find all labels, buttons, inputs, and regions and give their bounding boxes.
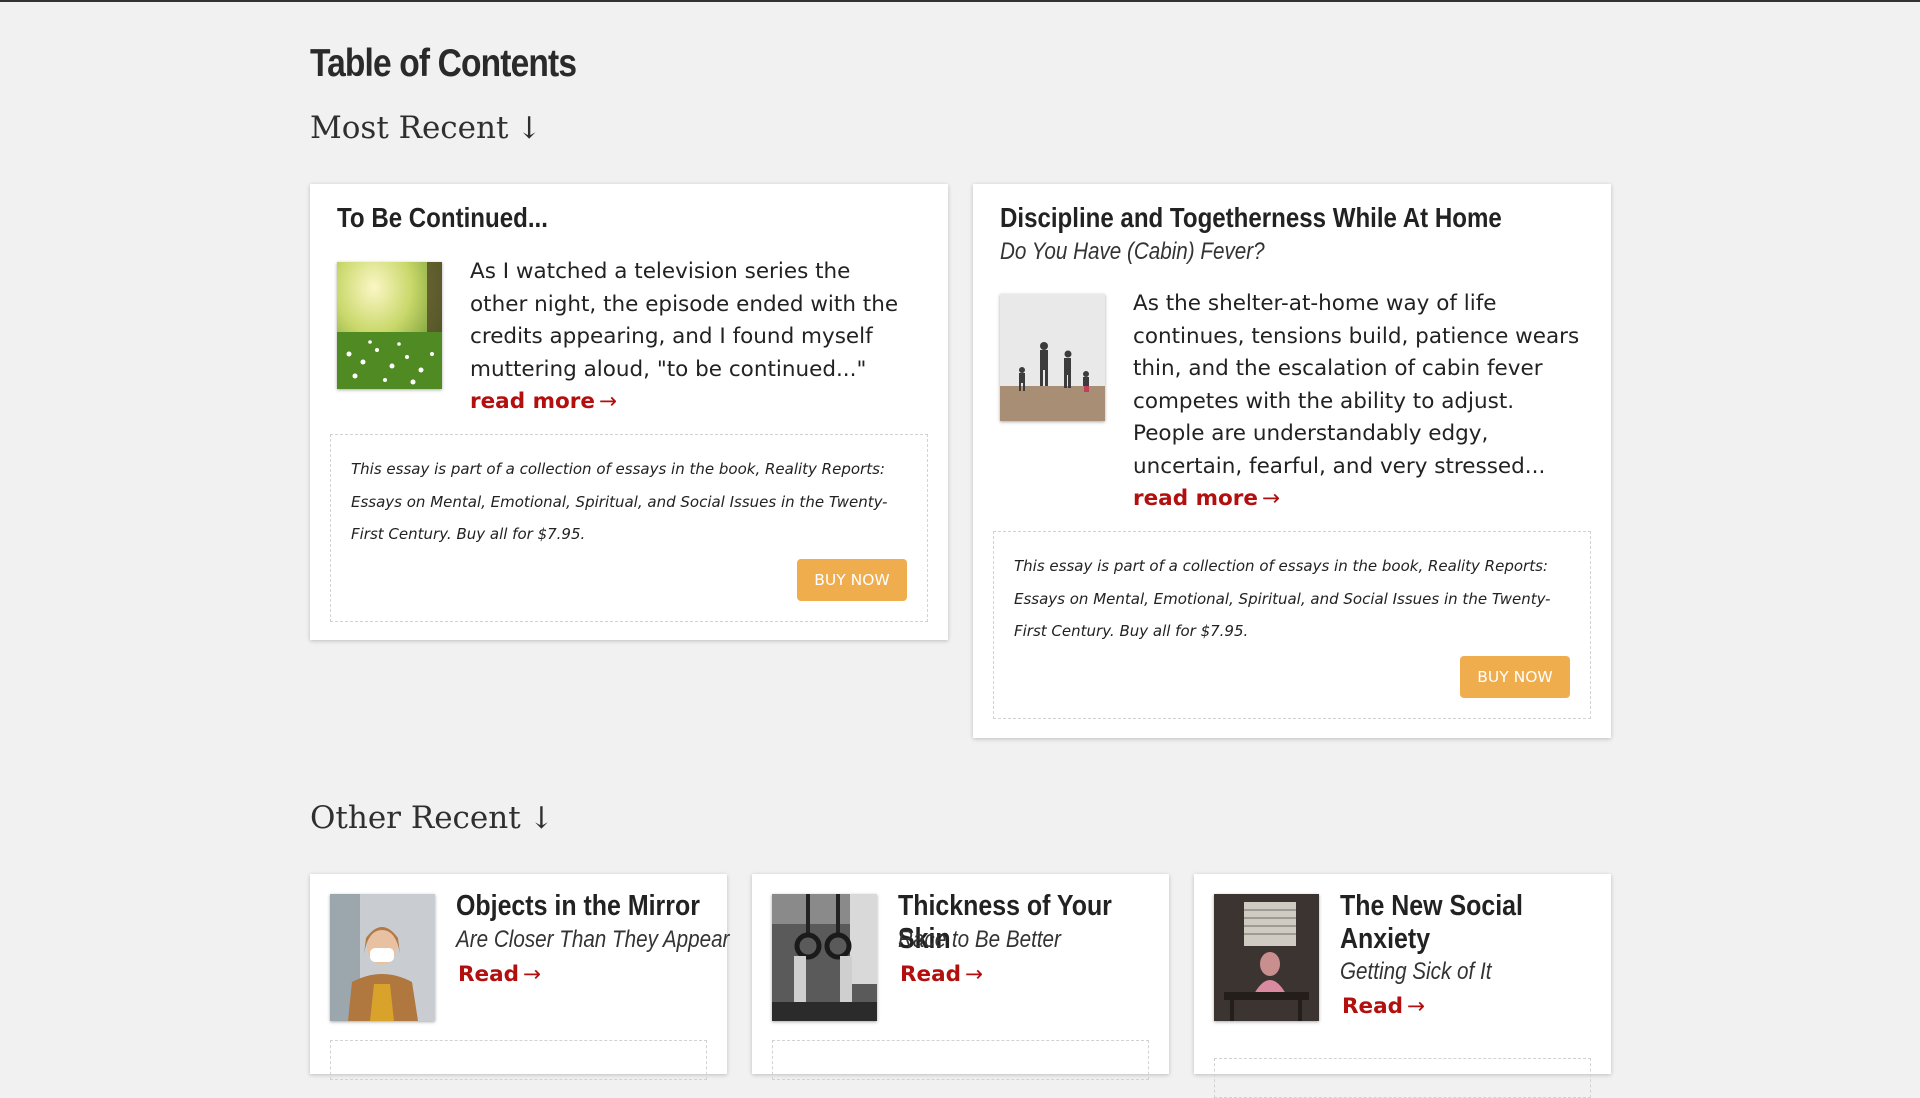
book-promo	[330, 1040, 707, 1080]
read-link[interactable]: Read →	[458, 962, 541, 987]
card-title[interactable]: The New Social Anxiety	[1340, 890, 1581, 956]
buy-now-button[interactable]: BUY NOW	[797, 559, 907, 601]
read-label: Read	[1342, 994, 1404, 1019]
read-more-label: read more	[470, 389, 595, 414]
card-subtitle: Race to Be Better	[898, 926, 1061, 953]
arrow-right-icon: →	[1407, 994, 1426, 1019]
card-excerpt: As I watched a television series the oth…	[470, 256, 910, 419]
featured-card: Discipline and Togetherness While At Hom…	[973, 184, 1611, 738]
card-excerpt: As the shelter-at-home way of life conti…	[1133, 288, 1588, 516]
family-walking-photo	[1000, 294, 1105, 421]
page-title: Table of Contents	[310, 42, 577, 85]
arrow-right-icon: →	[965, 962, 984, 987]
section-label: Most Recent	[310, 110, 509, 146]
arrow-right-icon: →	[523, 962, 542, 987]
promo-text: This essay is part of a collection of es…	[1014, 557, 1551, 640]
card-subtitle: Do You Have (Cabin) Fever?	[1000, 238, 1265, 265]
read-link[interactable]: Read →	[1342, 994, 1425, 1019]
read-label: Read	[458, 962, 520, 987]
card-title[interactable]: To Be Continued...	[337, 202, 548, 234]
arrow-right-icon: →	[1261, 486, 1280, 511]
read-label: Read	[900, 962, 962, 987]
card-subtitle: Getting Sick of It	[1340, 958, 1492, 985]
promo-text: This essay is part of a collection of es…	[351, 460, 888, 543]
arrow-down-icon: ↓	[528, 801, 554, 836]
book-promo	[1214, 1058, 1591, 1098]
other-card: The New Social Anxiety Getting Sick of I…	[1194, 874, 1611, 1098]
section-title-most-recent: Most Recent ↓	[310, 110, 542, 146]
arrow-right-icon: →	[598, 389, 617, 414]
section-label: Other Recent	[310, 800, 521, 836]
arrow-down-icon: ↓	[516, 111, 542, 146]
read-more-link[interactable]: read more →	[470, 389, 617, 414]
card-subtitle: Are Closer Than They Appear	[456, 926, 730, 953]
meadow-photo	[337, 262, 442, 389]
featured-card: To Be Continued... As I watched a televi…	[310, 184, 948, 640]
card-title[interactable]: Objects in the Mirror	[456, 890, 705, 923]
other-card: Thickness of Your Skin Race to Be Better…	[752, 874, 1169, 1080]
read-link[interactable]: Read →	[900, 962, 983, 987]
excerpt-text: As I watched a television series the oth…	[470, 259, 899, 382]
woman-mask-photo	[330, 894, 435, 1021]
card-title[interactable]: Discipline and Togetherness While At Hom…	[1000, 202, 1502, 234]
excerpt-text: As the shelter-at-home way of life conti…	[1133, 291, 1580, 479]
book-promo: This essay is part of a collection of es…	[330, 434, 928, 622]
girl-at-table-photo	[1214, 894, 1319, 1021]
other-card: Objects in the Mirror Are Closer Than Th…	[310, 874, 730, 1080]
book-promo	[772, 1040, 1149, 1080]
book-promo: This essay is part of a collection of es…	[993, 531, 1591, 719]
read-more-label: read more	[1133, 486, 1258, 511]
page: Table of Contents Most Recent ↓ To Be Con…	[0, 2, 1920, 1098]
read-more-link[interactable]: read more →	[1133, 486, 1280, 511]
section-title-other-recent: Other Recent ↓	[310, 800, 554, 836]
gym-rings-photo	[772, 894, 877, 1021]
buy-now-button[interactable]: BUY NOW	[1460, 656, 1570, 698]
